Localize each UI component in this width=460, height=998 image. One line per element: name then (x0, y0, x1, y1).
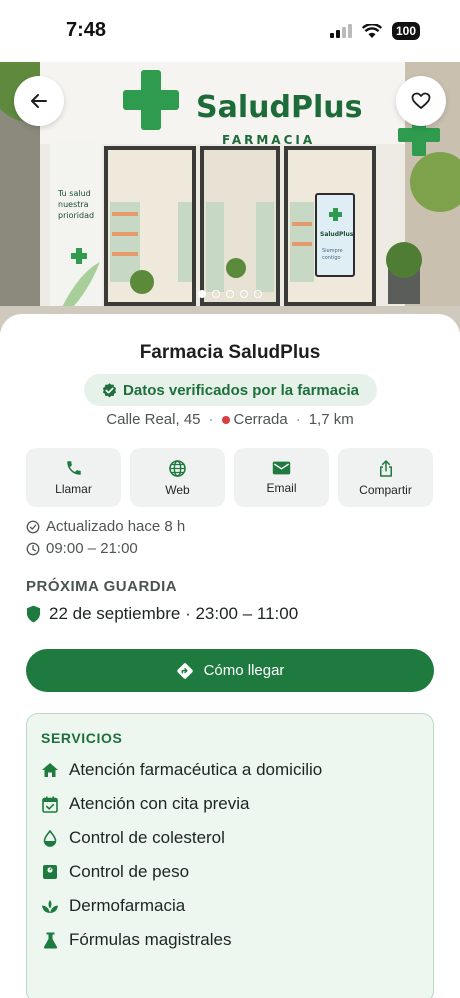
phone-icon (66, 461, 81, 475)
service-label: Dermofarmacia (69, 896, 186, 915)
heart-icon (411, 92, 431, 109)
guard-detail: 22 de septiembre · 23:00 – 11:00 (49, 604, 299, 623)
services-card: SERVICIOS Atención farmacéutica a domici… (26, 713, 434, 998)
details-sheet: Farmacia SaludPlus Datos verificados por… (0, 314, 460, 998)
directions-icon (176, 662, 193, 679)
service-label: Control de colesterol (69, 828, 225, 847)
service-item: Control de peso (41, 862, 189, 882)
open-status: Cerrada (221, 411, 288, 428)
directions-button[interactable]: Cómo llegar (26, 649, 434, 692)
calendar-check-icon (41, 795, 59, 813)
favorite-button[interactable] (396, 76, 446, 126)
wifi-icon (361, 23, 382, 38)
carousel-dot[interactable] (240, 290, 248, 298)
share-label: Compartir (359, 482, 412, 497)
pharmacy-meta: Calle Real, 45 · Cerrada · 1,7 km (0, 411, 460, 428)
carousel-dot[interactable] (212, 290, 220, 298)
email-label: Email (266, 481, 297, 495)
web-label: Web (165, 482, 190, 497)
sign-name: SaludPlus (196, 90, 362, 125)
service-item: Dermofarmacia (41, 896, 185, 916)
email-button[interactable]: Email (234, 448, 329, 507)
verified-icon (102, 382, 117, 397)
service-item: Fórmulas magistrales (41, 930, 232, 950)
quick-actions: Llamar Web Email Compartir (26, 448, 433, 507)
services-title: SERVICIOS (41, 730, 123, 746)
home-icon (41, 761, 59, 779)
address-text: Calle Real, 45 (106, 411, 201, 428)
service-item: Atención con cita previa (41, 794, 250, 814)
poster-line-1: Tu salud (57, 189, 91, 198)
updated-text: Actualizado hace 8 h (46, 518, 186, 535)
arrow-left-icon (31, 94, 47, 108)
carousel-dot[interactable] (254, 290, 262, 298)
share-icon (379, 459, 392, 477)
service-item: Atención farmacéutica a domicilio (41, 760, 322, 780)
clock-icon (26, 542, 40, 555)
meta-separator: · (208, 411, 214, 428)
hero-gallery[interactable]: SaludPlus FARMACIA Tu salud nuestra prio… (0, 62, 460, 332)
screen-sub-1: Siempre (322, 248, 343, 254)
service-item: Control de colesterol (41, 828, 225, 848)
closed-status-dot (221, 416, 230, 424)
open-status-label: Cerrada (233, 411, 288, 428)
guard-row: 22 de septiembre · 23:00 – 11:00 (26, 604, 298, 624)
screen-sub-2: contigo (322, 255, 341, 261)
carousel-dot[interactable] (226, 290, 234, 298)
verified-badge: Datos verificados por la farmacia (84, 374, 377, 406)
poster-line-2: nuestra (58, 200, 89, 209)
guard-title: PRÓXIMA GUARDIA (26, 578, 178, 595)
call-label: Llamar (55, 482, 92, 496)
signal-icon (329, 24, 352, 38)
service-label: Atención con cita previa (69, 794, 250, 813)
scale-icon (41, 863, 59, 881)
verified-label: Datos verificados por la farmacia (123, 381, 359, 399)
service-label: Atención farmacéutica a domicilio (69, 760, 323, 779)
status-bar: 7:48 100 (0, 0, 460, 62)
spa-icon (41, 897, 59, 915)
battery-indicator: 100 (391, 22, 420, 40)
shield-icon (26, 605, 41, 623)
share-button[interactable]: Compartir (338, 448, 433, 507)
call-button[interactable]: Llamar (26, 448, 121, 507)
drop-icon (41, 829, 59, 847)
carousel-indicator (0, 290, 460, 298)
service-label: Control de peso (69, 862, 190, 881)
carousel-dot[interactable] (198, 290, 206, 298)
web-button[interactable]: Web (130, 448, 225, 507)
service-label: Fórmulas magistrales (69, 930, 232, 949)
back-button[interactable] (14, 76, 64, 126)
screen-name: SaludPlus (320, 231, 354, 238)
distance-text: 1,7 km (308, 411, 354, 428)
poster-line-3: prioridad (58, 211, 94, 220)
email-icon (272, 461, 291, 475)
check-circle-icon (26, 520, 40, 533)
updated-row: Actualizado hace 8 h (26, 518, 185, 535)
globe-icon (169, 459, 186, 477)
meta-separator: · (295, 411, 301, 428)
hours-text: 09:00 – 21:00 (46, 540, 138, 557)
flask-icon (41, 931, 59, 949)
sign-sub: FARMACIA (222, 133, 315, 147)
pharmacy-name: Farmacia SaludPlus (139, 342, 321, 363)
hours-row: 09:00 – 21:00 (26, 540, 138, 557)
status-icons: 100 (329, 22, 420, 40)
directions-label: Cómo llegar (203, 662, 285, 679)
status-time: 7:48 (66, 19, 107, 41)
